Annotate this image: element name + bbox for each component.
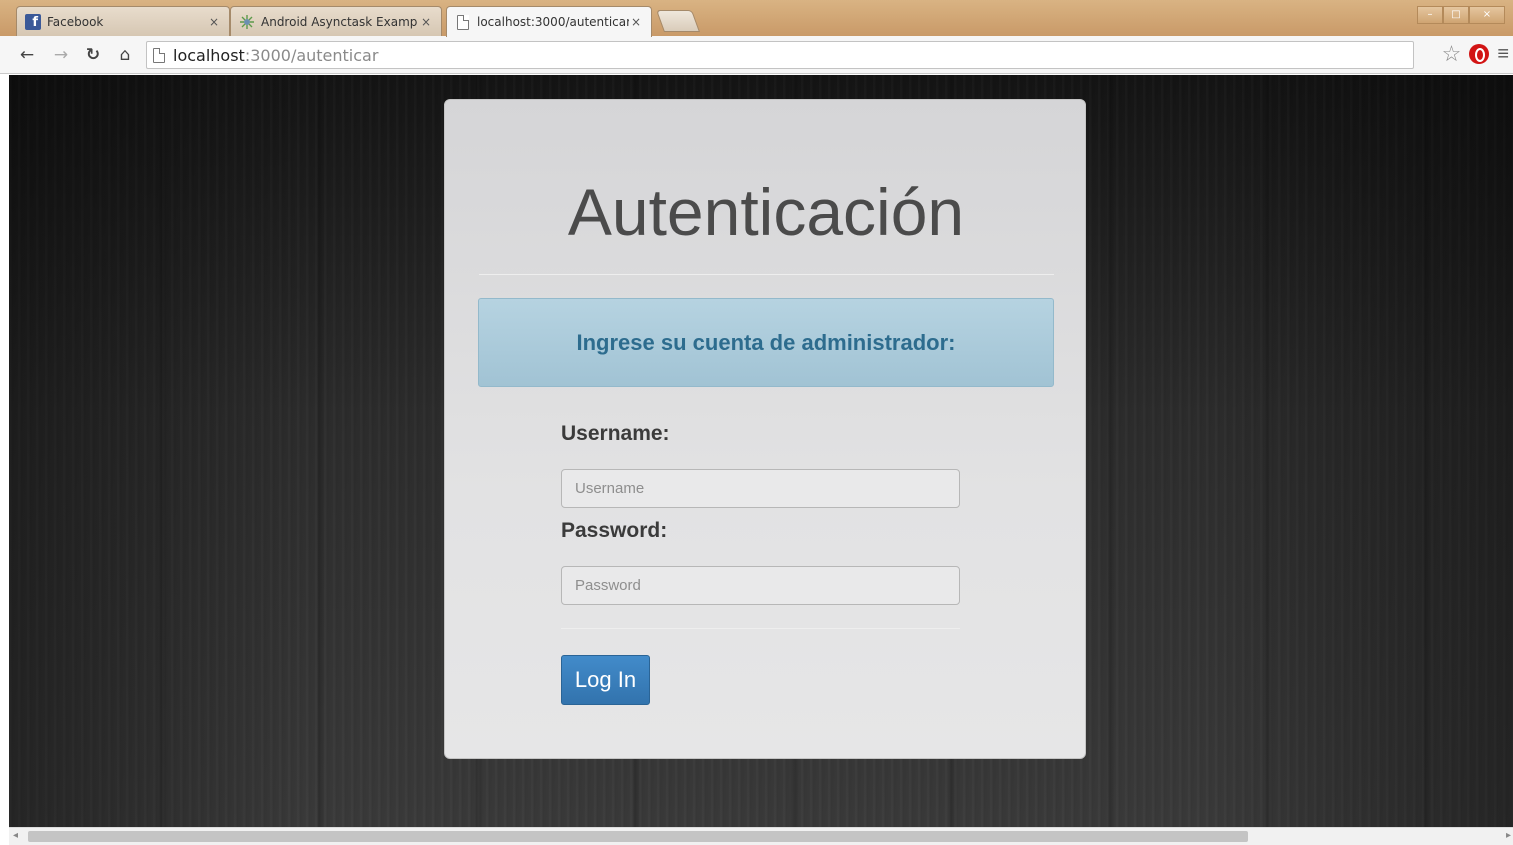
url-path: :3000/autenticar	[244, 45, 379, 65]
password-input[interactable]	[561, 566, 960, 605]
divider	[561, 628, 960, 629]
reload-icon[interactable]: ↻	[82, 44, 104, 66]
maximize-icon[interactable]: □	[1443, 6, 1469, 24]
tab-facebook[interactable]: f Facebook ×	[16, 6, 230, 36]
page-icon	[153, 47, 165, 63]
login-panel: Autenticación Ingrese su cuenta de admin…	[444, 99, 1086, 759]
page-title: Autenticación	[567, 175, 965, 249]
minimize-icon[interactable]: –	[1417, 6, 1443, 24]
facebook-icon: f	[25, 13, 41, 30]
forward-arrow-icon[interactable]: →	[50, 44, 72, 66]
window-controls: – □ ×	[1417, 6, 1505, 24]
login-button[interactable]: Log In	[561, 655, 650, 705]
horizontal-scrollbar[interactable]: ◂ ▸	[9, 827, 1513, 845]
toolbar-right-icons: ☆ ≡	[1442, 42, 1509, 66]
address-bar[interactable]: localhost:3000/autenticar	[146, 41, 1414, 69]
window-border	[0, 75, 9, 845]
bookmark-star-icon[interactable]: ☆	[1442, 42, 1462, 66]
scroll-left-icon[interactable]: ◂	[13, 830, 18, 841]
android-studio-icon	[239, 14, 255, 30]
menu-icon[interactable]: ≡	[1497, 42, 1509, 66]
tab-title: Android Asynctask Examp	[261, 14, 418, 29]
alert-text: Ingrese su cuenta de administrador:	[576, 329, 956, 355]
home-icon[interactable]: ⌂	[114, 44, 136, 66]
page-icon	[455, 14, 471, 30]
window-close-icon[interactable]: ×	[1469, 6, 1505, 24]
browser-tabstrip: f Facebook × Android Asynctask Examp × l…	[0, 0, 1513, 37]
scroll-right-icon[interactable]: ▸	[1506, 830, 1511, 841]
username-input[interactable]	[561, 469, 960, 508]
divider	[479, 274, 1054, 275]
tab-title: Facebook	[47, 14, 104, 29]
password-label: Password:	[561, 519, 668, 542]
tab-close-icon[interactable]: ×	[419, 15, 433, 29]
browser-toolbar: ← → ↻ ⌂ localhost:3000/autenticar ☆ ≡	[0, 36, 1513, 74]
url-host: localhost	[173, 45, 245, 65]
extension-icon[interactable]	[1469, 44, 1490, 64]
back-arrow-icon[interactable]: ←	[16, 44, 38, 66]
page-viewport: Autenticación Ingrese su cuenta de admin…	[9, 75, 1513, 827]
tab-android-asynctask[interactable]: Android Asynctask Examp ×	[230, 6, 442, 36]
scrollbar-thumb[interactable]	[28, 831, 1248, 842]
new-tab-button[interactable]	[655, 10, 701, 32]
tab-close-icon[interactable]: ×	[629, 15, 643, 29]
tab-close-icon[interactable]: ×	[207, 15, 221, 29]
username-label: Username:	[561, 422, 670, 445]
info-alert: Ingrese su cuenta de administrador:	[478, 298, 1054, 387]
tab-localhost-autenticar[interactable]: localhost:3000/autenticar ×	[446, 6, 652, 37]
tab-title: localhost:3000/autenticar	[477, 15, 629, 29]
